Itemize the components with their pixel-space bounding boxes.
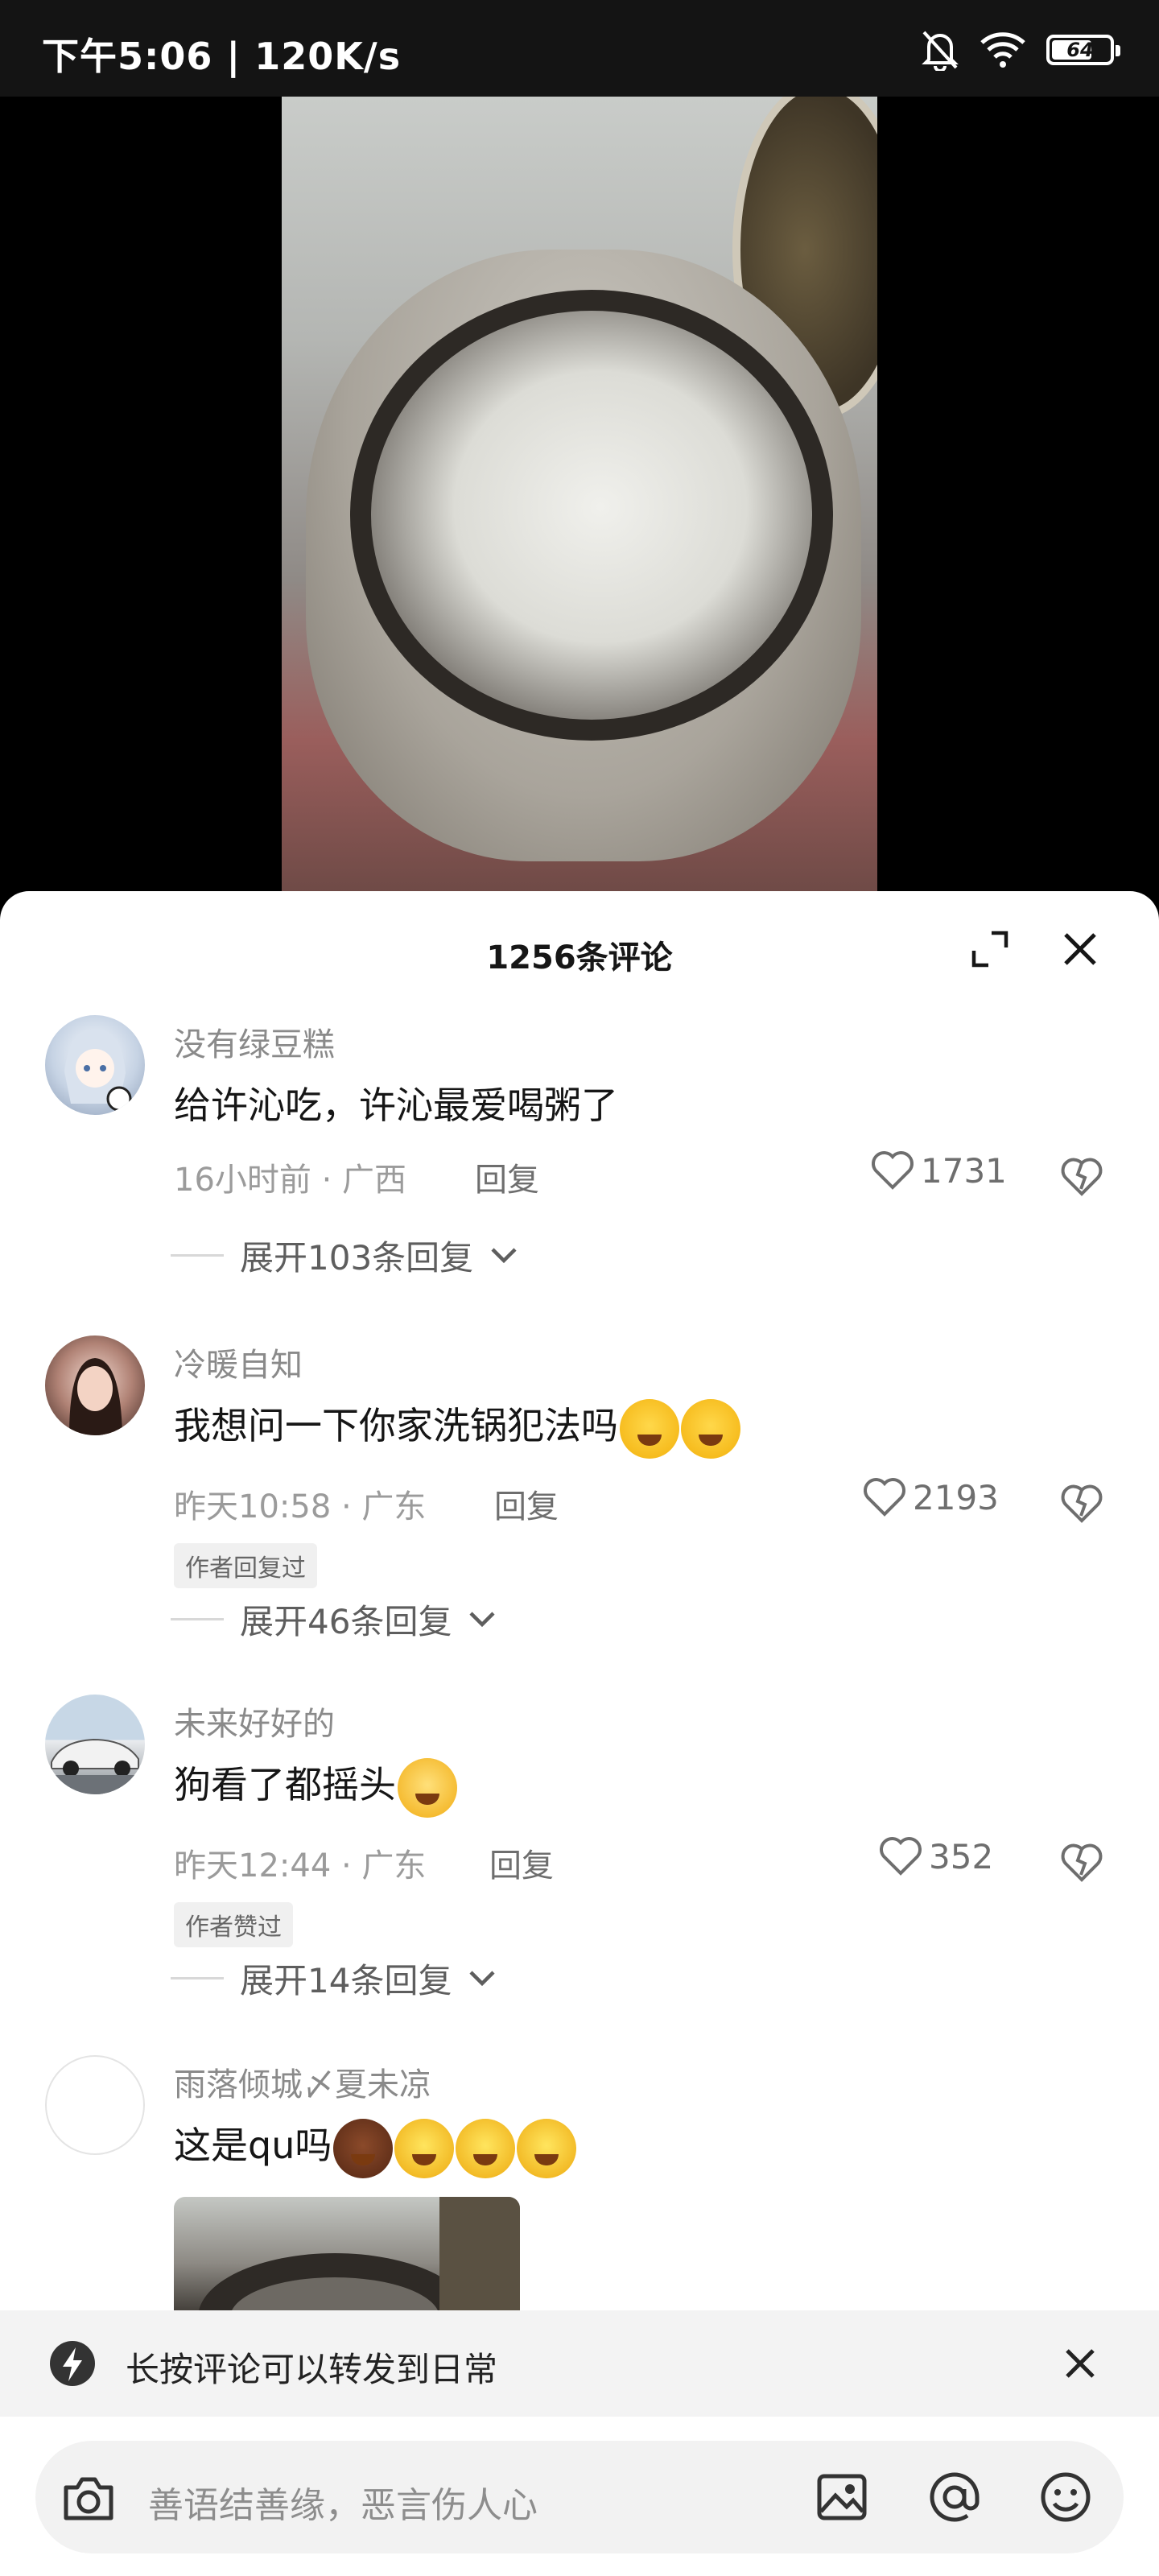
emoji-picker-icon[interactable] — [1037, 2468, 1095, 2526]
expand-replies-button[interactable]: 展开103条回复 — [171, 1231, 518, 1280]
comment-image-thumbnail[interactable] — [174, 2197, 520, 2318]
broken-heart-icon[interactable] — [1059, 1839, 1104, 1885]
like-button[interactable]: 2193 — [863, 1477, 999, 1517]
shocked-emoji-icon — [517, 2118, 577, 2178]
video-player[interactable] — [0, 97, 1159, 902]
mute-bell-icon — [922, 31, 959, 71]
broken-heart-icon[interactable] — [1059, 1480, 1104, 1525]
divider-line — [171, 1618, 224, 1620]
expand-replies-button[interactable]: 展开46条回复 — [171, 1595, 497, 1644]
reply-button[interactable]: 回复 — [489, 1839, 554, 1886]
comment-text[interactable]: 狗看了都摇头 — [174, 1756, 457, 1818]
camera-icon[interactable] — [60, 2470, 118, 2526]
chevron-down-icon — [491, 1247, 517, 1263]
comment-meta: 昨天12:44 · 广东 — [174, 1847, 427, 1885]
like-button[interactable]: 1731 — [871, 1150, 1007, 1191]
expand-fullscreen-icon[interactable] — [967, 927, 1013, 972]
status-icons: 64 — [921, 29, 1120, 71]
chevron-down-icon — [469, 1970, 496, 1986]
comment-username[interactable]: 雨落倾城〆夏未凉 — [174, 2058, 431, 2105]
chevron-down-icon — [469, 1611, 496, 1627]
avatar[interactable] — [45, 1015, 145, 1115]
status-bar: 下午5:06 | 120K/s 64 — [0, 0, 1159, 97]
expand-replies-label: 展开14条回复 — [240, 1961, 452, 2000]
heart-icon — [864, 1478, 905, 1517]
comment-username[interactable]: 冷暖自知 — [174, 1339, 303, 1385]
comment-input-placeholder: 善语结善缘，恶言伤人心 — [148, 2485, 538, 2526]
comment-text[interactable]: 我想问一下你家洗锅犯法吗 — [174, 1397, 740, 1459]
comment-text[interactable]: 这是qu吗 — [174, 2116, 577, 2178]
divider-line — [171, 1254, 224, 1257]
wifi-icon — [980, 32, 1025, 68]
expand-replies-button[interactable]: 展开14条回复 — [171, 1954, 497, 2003]
comment-text[interactable]: 给许沁吃，许沁最爱喝粥了 — [174, 1076, 618, 1129]
comment-meta: 16小时前 · 广西 — [174, 1162, 407, 1199]
comment-username[interactable]: 没有绿豆糕 — [174, 1018, 335, 1065]
status-time: 下午5:06 | 120K/s — [42, 35, 402, 78]
broken-heart-icon[interactable] — [1059, 1154, 1104, 1199]
comment-input-bar: 善语结善缘，恶言伤人心 — [0, 2417, 1159, 2576]
reply-button[interactable]: 回复 — [475, 1154, 539, 1200]
comment-username[interactable]: 未来好好的 — [174, 1698, 335, 1744]
expand-replies-label: 展开46条回复 — [240, 1602, 452, 1641]
heart-icon — [872, 1151, 914, 1190]
author-liked-badge: 作者赞过 — [174, 1902, 293, 1947]
shocked-emoji-icon — [456, 2118, 516, 2178]
heart-icon — [880, 1837, 922, 1876]
like-button[interactable]: 352 — [879, 1836, 993, 1876]
avatar[interactable] — [45, 1695, 145, 1794]
video-image-pot-interior — [350, 290, 833, 741]
avatar[interactable] — [45, 1335, 145, 1435]
shy-smile-emoji-icon — [398, 1757, 457, 1818]
video-frame[interactable] — [282, 97, 877, 902]
laughing-tears-emoji-icon — [681, 1398, 740, 1459]
comment-meta: 昨天10:58 · 广东 — [174, 1488, 427, 1525]
avatar-anime-girl-image — [64, 1030, 132, 1112]
divider-line — [171, 1977, 224, 1979]
battery-level-text: 64 — [1066, 39, 1094, 61]
lightning-icon — [50, 2341, 95, 2386]
mention-at-icon[interactable] — [926, 2468, 984, 2526]
image-picker-icon[interactable] — [813, 2468, 871, 2526]
comment-text-content: 这是qu吗 — [174, 2124, 332, 2167]
comment-text-content: 我想问一下你家洗锅犯法吗 — [174, 1404, 618, 1447]
expand-replies-label: 展开103条回复 — [240, 1238, 474, 1278]
comment-input-field[interactable]: 善语结善缘，恶言伤人心 — [35, 2441, 1124, 2553]
confused-poop-emoji-icon — [333, 2118, 394, 2178]
like-count: 2193 — [913, 1477, 999, 1517]
laughing-tears-emoji-icon — [620, 1398, 679, 1459]
hint-text: 长按评论可以转发到日常 — [126, 2350, 498, 2389]
comment-text-content: 狗看了都摇头 — [174, 1763, 396, 1806]
avatar[interactable] — [45, 2055, 145, 2155]
close-hint-icon[interactable] — [1059, 2343, 1101, 2384]
avatar-portrait-image — [69, 1358, 122, 1435]
close-comments-icon[interactable] — [1058, 927, 1103, 972]
reply-button[interactable]: 回复 — [494, 1480, 559, 1527]
avatar-car-image — [45, 1738, 145, 1794]
shocked-emoji-icon — [394, 2118, 455, 2178]
thumbnail-pot-image — [198, 2197, 520, 2318]
forward-hint-banner: 长按评论可以转发到日常 — [0, 2310, 1159, 2417]
battery-indicator: 64 — [1046, 35, 1120, 65]
like-count: 1731 — [921, 1150, 1007, 1191]
author-replied-badge: 作者回复过 — [174, 1543, 317, 1588]
like-count: 352 — [929, 1836, 994, 1876]
